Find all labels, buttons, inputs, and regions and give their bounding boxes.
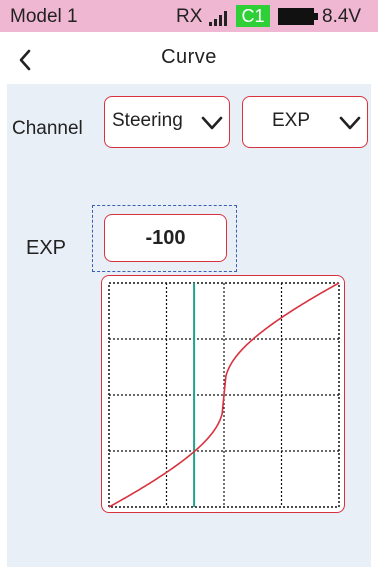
curve-type-select[interactable]: EXP <box>242 96 368 148</box>
channel-label: Channel <box>12 118 83 139</box>
signal-bars-icon <box>209 11 227 26</box>
channel-badge: C1 <box>236 5 270 27</box>
battery-voltage: 8.4V <box>322 6 362 27</box>
exp-label: EXP <box>26 237 67 259</box>
page-title: Curve <box>161 46 217 68</box>
model-name: Model 1 <box>10 6 78 27</box>
curve-graph <box>108 282 340 508</box>
curve-type-select-value: EXP <box>272 110 311 131</box>
battery-full-icon <box>278 8 318 25</box>
channel-select[interactable]: Steering <box>104 96 230 148</box>
rx-label: RX <box>176 6 203 27</box>
chevron-left-icon <box>19 49 31 71</box>
curve-panel <box>101 275 345 513</box>
exp-value: -100 <box>145 227 186 249</box>
channel-select-value: Steering <box>112 110 183 131</box>
chevron-down-icon <box>201 116 223 130</box>
status-bar: Model 1 RX C1 8.4V <box>0 0 378 32</box>
chevron-down-icon <box>339 116 361 130</box>
back-button[interactable] <box>12 46 40 74</box>
nav-bar: Curve <box>0 32 378 84</box>
exp-value-input[interactable]: -100 <box>104 214 227 262</box>
